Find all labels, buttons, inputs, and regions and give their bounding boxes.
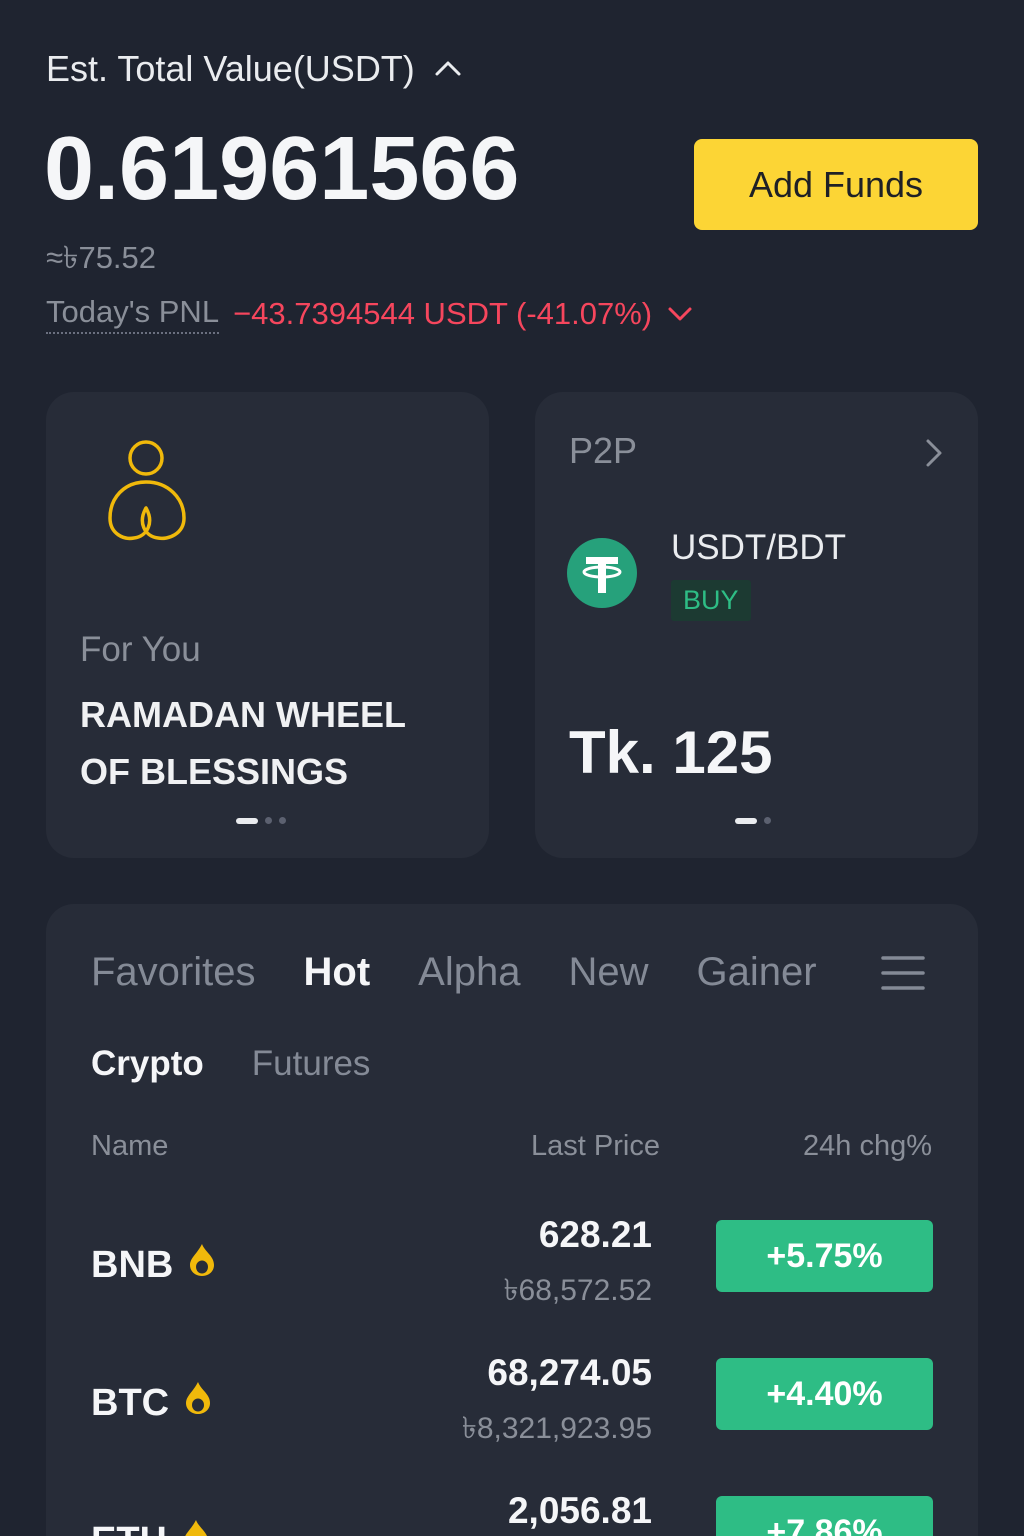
flame-icon (183, 1380, 213, 1426)
market-row-eth[interactable]: ETH 2,056.81 +7.86% (46, 1490, 978, 1536)
tab-alpha[interactable]: Alpha (418, 950, 520, 995)
market-panel: Favorites Hot Alpha New Gainer Crypto Fu… (46, 904, 978, 1536)
fiat-price: ৳68,572.52 (503, 1274, 652, 1307)
column-header-name[interactable]: Name (91, 1130, 168, 1163)
market-tabs: Favorites Hot Alpha New Gainer (91, 950, 817, 995)
chevron-right-icon[interactable] (920, 436, 946, 470)
column-header-last-price[interactable]: Last Price (531, 1130, 660, 1163)
coin-symbol: BTC (91, 1381, 170, 1424)
change-badge[interactable]: +7.86% (716, 1496, 933, 1536)
carousel-dot (279, 817, 286, 824)
tab-favorites[interactable]: Favorites (91, 950, 256, 995)
market-row-bnb[interactable]: BNB 628.21 ৳68,572.52 +5.75% (46, 1214, 978, 1334)
last-price: 68,274.05 (487, 1352, 652, 1393)
buy-badge: BUY (671, 580, 751, 621)
p2p-price: Tk. 125 (569, 719, 773, 786)
pnl-label[interactable]: Today's PNL (46, 294, 220, 334)
price-cell: 628.21 ৳68,572.52 (504, 1214, 652, 1317)
tab-hot[interactable]: Hot (304, 950, 371, 995)
wallet-overview-screen: Est. Total Value(USDT) 0.61961566 Add Fu… (0, 0, 1024, 1536)
p2p-card[interactable]: P2P USDT/BDT BUY Tk. 125 (535, 392, 978, 858)
coin-name: ETH (91, 1518, 211, 1536)
carousel-dot-active (236, 817, 258, 824)
chevron-down-icon[interactable] (666, 300, 694, 328)
chevron-up-icon[interactable] (433, 54, 463, 84)
change-badge[interactable]: +5.75% (716, 1220, 933, 1292)
coin-name: BNB (91, 1242, 217, 1288)
todays-pnl-row[interactable]: Today's PNL −43.7394544 USDT (-41.07%) (46, 294, 694, 334)
coin-symbol: ETH (91, 1520, 167, 1536)
carousel-dot-active (735, 817, 757, 824)
total-value: 0.61961566 (44, 119, 520, 219)
carousel-dot (265, 817, 272, 824)
column-header-change[interactable]: 24h chg% (803, 1130, 932, 1163)
gift-person-icon (104, 438, 194, 548)
tab-gainer[interactable]: Gainer (696, 950, 816, 995)
subtab-crypto[interactable]: Crypto (91, 1044, 204, 1084)
market-row-btc[interactable]: BTC 68,274.05 ৳8,321,923.95 +4.40% (46, 1352, 978, 1472)
carousel-indicator (236, 817, 286, 824)
tether-icon (567, 538, 637, 608)
flame-icon (181, 1518, 211, 1536)
market-subtabs: Crypto Futures (91, 1044, 370, 1084)
carousel-indicator (735, 817, 771, 824)
p2p-pair: USDT/BDT (671, 528, 846, 567)
last-price: 2,056.81 (507, 1490, 652, 1531)
est-total-value-label: Est. Total Value(USDT) (46, 48, 415, 89)
coin-symbol: BNB (91, 1243, 174, 1286)
approx-fiat-value: ≈৳75.52 (46, 240, 157, 275)
subtab-futures[interactable]: Futures (252, 1044, 371, 1084)
add-funds-button[interactable]: Add Funds (694, 139, 978, 230)
tab-new[interactable]: New (568, 950, 648, 995)
price-cell: 68,274.05 ৳8,321,923.95 (462, 1352, 652, 1455)
promo-card[interactable]: For You RAMADAN WHEEL OF BLESSINGS (46, 392, 489, 858)
promo-section-label: For You (80, 630, 201, 669)
menu-icon[interactable] (880, 952, 926, 994)
pnl-value: −43.7394544 USDT (-41.07%) (233, 296, 653, 331)
price-cell: 2,056.81 (508, 1490, 652, 1532)
coin-name: BTC (91, 1380, 213, 1426)
fiat-price: ৳8,321,923.95 (461, 1412, 652, 1445)
promo-title: RAMADAN WHEEL OF BLESSINGS (80, 694, 406, 792)
p2p-label: P2P (569, 430, 638, 471)
change-badge[interactable]: +4.40% (716, 1358, 933, 1430)
est-total-value-row[interactable]: Est. Total Value(USDT) (46, 48, 463, 90)
flame-icon (187, 1242, 217, 1288)
carousel-dot (764, 817, 771, 824)
last-price: 628.21 (538, 1214, 652, 1255)
